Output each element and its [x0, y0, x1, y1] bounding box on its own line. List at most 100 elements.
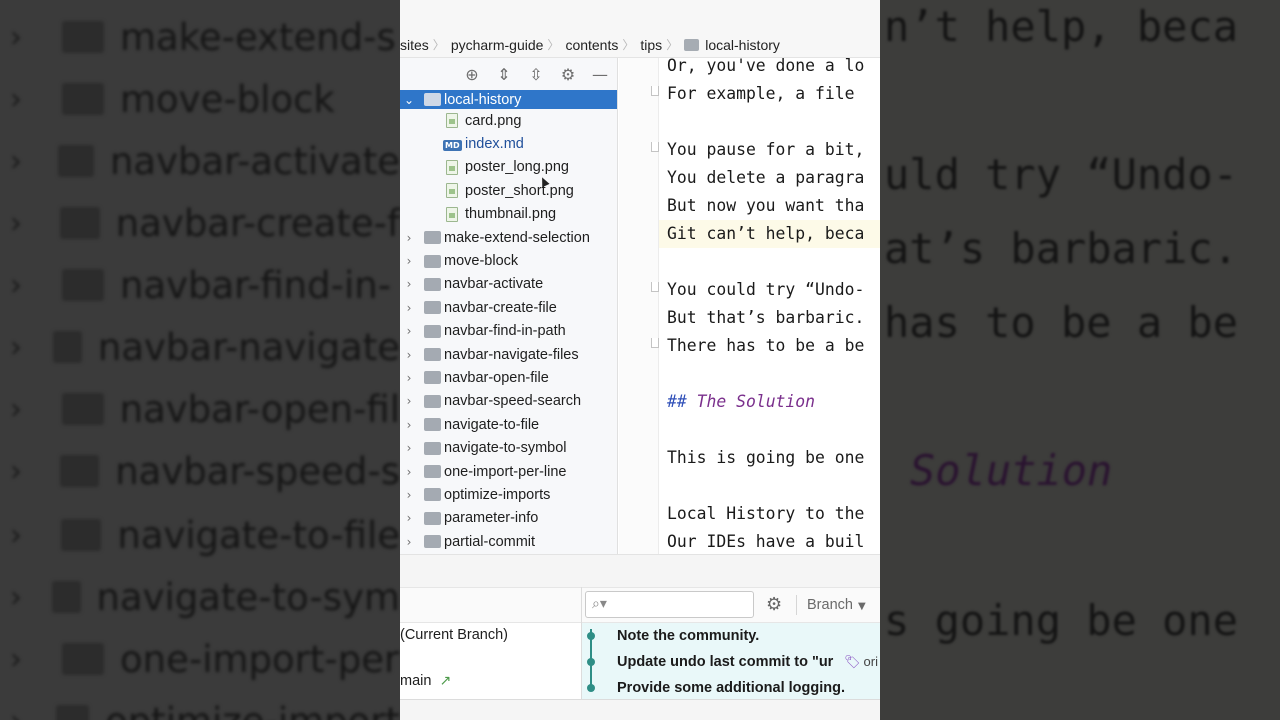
chevron-right-icon[interactable]: ›	[402, 254, 416, 268]
image-file-icon	[446, 159, 458, 175]
expand-all-icon[interactable]: ⇕	[493, 63, 515, 85]
folder-icon	[424, 277, 441, 291]
commit-node	[587, 658, 595, 666]
folder-icon	[61, 393, 104, 425]
hide-icon[interactable]: —	[589, 63, 611, 85]
fold-marker-icon[interactable]	[651, 338, 659, 348]
bg-tree-label: navbar-navigate	[97, 325, 400, 369]
tree-folder-item[interactable]: › navigate-to-symbol	[400, 436, 617, 459]
code-editor[interactable]: Or, you've done a lo For example, a file…	[659, 58, 880, 554]
branch-item[interactable]: main ↗	[400, 673, 451, 689]
breadcrumb-item[interactable]: pycharm-guide 〉	[451, 36, 566, 53]
background-right-zoom: n’t help, beca uld try “Undo- at’s barba…	[880, 0, 1280, 720]
tree-file-item[interactable]: MD index.md	[400, 132, 617, 155]
image-file-icon	[446, 206, 458, 222]
breadcrumb-item[interactable]: local-history	[684, 37, 780, 53]
tree-file-item[interactable]: poster_long.png	[400, 156, 617, 179]
project-tree: ⌄ local-history card.png MD index.md post…	[400, 90, 617, 553]
breadcrumb-item[interactable]: contents 〉	[565, 36, 640, 53]
tree-folder-item[interactable]: › navbar-create-file	[400, 296, 617, 319]
chevron-right-icon[interactable]: ›	[402, 394, 416, 408]
chevron-right-icon: 〉	[622, 38, 635, 52]
breadcrumb-label: tips	[640, 36, 663, 53]
commit-row[interactable]: Provide some additional logging.	[582, 676, 880, 699]
commit-tag: 🏷 ori	[844, 654, 878, 670]
tree-folder-item[interactable]: › navbar-navigate-files	[400, 343, 617, 366]
bg-tree-label: one-import-per	[120, 637, 400, 681]
commit-message: Note the community.	[617, 628, 760, 644]
branch-label: (Current Branch)	[400, 627, 508, 643]
markdown-file-icon: MD	[443, 140, 462, 152]
breadcrumb-item[interactable]: tips 〉	[640, 36, 684, 53]
bg-tree-row: › navbar-create-f	[0, 192, 400, 254]
collapse-all-icon[interactable]: ⇳	[525, 63, 547, 85]
code-line: For example, a file	[667, 84, 855, 103]
tree-file-item[interactable]: card.png	[400, 109, 617, 132]
folder-icon	[684, 38, 700, 51]
tree-folder-item[interactable]: › one-import-per-line	[400, 460, 617, 483]
breadcrumb-label: contents	[565, 36, 619, 53]
chevron-right-icon[interactable]: ›	[402, 371, 416, 385]
tree-item-label: one-import-per-line	[444, 463, 567, 480]
tree-file-item[interactable]: thumbnail.png	[400, 203, 617, 226]
chevron-right-icon: ›	[0, 704, 34, 720]
branches-list: (Current Branch) main ↗	[400, 623, 581, 699]
folder-icon	[424, 441, 441, 455]
tree-file-item[interactable]: poster_short.png	[400, 179, 617, 202]
chevron-right-icon: ›	[10, 391, 22, 427]
code-line: But that’s barbaric.	[667, 308, 865, 327]
tree-folder-item[interactable]: › navbar-activate	[400, 273, 617, 296]
tree-folder-item[interactable]: › navbar-find-in-path	[400, 320, 617, 343]
folder-icon	[424, 231, 441, 245]
locate-icon[interactable]: ⊕	[461, 63, 483, 85]
tree-item-label: navbar-open-file	[444, 369, 549, 386]
fold-marker-icon[interactable]	[651, 142, 659, 152]
status-bar	[400, 699, 880, 720]
image-file-icon	[446, 183, 458, 199]
editor-gutter	[619, 58, 659, 554]
chevron-right-icon[interactable]: ›	[402, 418, 416, 432]
git-log-panel: ⌕▾ ⚙ Branch ▼ (Current Branch) main ↗ Note…	[400, 554, 880, 720]
tree-folder-item[interactable]: › move-block	[400, 249, 617, 272]
tree-folder-item[interactable]: › navbar-speed-search	[400, 390, 617, 413]
search-icon[interactable]: ⌕▾	[592, 596, 607, 612]
breadcrumb-item[interactable]: sites 〉	[400, 36, 451, 53]
folder-icon	[424, 488, 441, 502]
gear-icon[interactable]: ⚙	[557, 63, 579, 85]
chevron-right-icon[interactable]: ›	[402, 441, 416, 455]
commit-row[interactable]: Update undo last commit to "ur 🏷 ori	[582, 650, 880, 676]
tree-item-label: poster_long.png	[465, 159, 569, 176]
folder-icon	[424, 324, 441, 338]
chevron-right-icon[interactable]: ›	[402, 488, 416, 502]
tree-item-label: navbar-speed-search	[444, 393, 582, 410]
chevron-right-icon[interactable]: ›	[402, 348, 416, 362]
commit-search-input[interactable]: ⌕▾	[585, 591, 754, 618]
chevron-right-icon[interactable]: ›	[402, 231, 416, 245]
fold-marker-icon[interactable]	[651, 282, 659, 292]
fold-marker-icon[interactable]	[651, 86, 659, 96]
tree-folder-item[interactable]: › parameter-info	[400, 507, 617, 530]
tree-folder-item[interactable]: › navbar-open-file	[400, 366, 617, 389]
chevron-right-icon[interactable]: ›	[402, 465, 416, 479]
tree-folder-item[interactable]: › partial-commit	[400, 530, 617, 553]
tree-item-local-history[interactable]: ⌄ local-history	[400, 90, 617, 109]
tree-folder-item[interactable]: › make-extend-selection	[400, 226, 617, 249]
commit-row[interactable]: Note the community.	[582, 624, 880, 650]
tree-item-label: navigate-to-file	[444, 416, 540, 433]
chevron-right-icon[interactable]: ›	[402, 301, 416, 315]
branch-filter-dropdown[interactable]: Branch ▼	[807, 597, 866, 613]
tree-folder-item[interactable]: › navigate-to-file	[400, 413, 617, 436]
chevron-right-icon[interactable]: ›	[402, 324, 416, 338]
chevron-down-icon[interactable]: ⌄	[402, 93, 416, 107]
bg-tree-label: navigate-to-sym	[96, 575, 400, 619]
bg-tree-label: navigate-to-file	[117, 513, 400, 557]
gear-icon[interactable]: ⚙	[766, 594, 782, 615]
tree-item-label: navbar-find-in-path	[444, 323, 566, 340]
branch-item[interactable]: (Current Branch)	[400, 627, 508, 643]
commit-message: Provide some additional logging.	[617, 680, 845, 696]
chevron-right-icon: 〉	[432, 38, 445, 52]
tree-folder-item[interactable]: › optimize-imports	[400, 483, 617, 506]
chevron-right-icon[interactable]: ›	[402, 511, 416, 525]
chevron-right-icon[interactable]: ›	[402, 277, 416, 291]
chevron-right-icon[interactable]: ›	[402, 535, 416, 549]
